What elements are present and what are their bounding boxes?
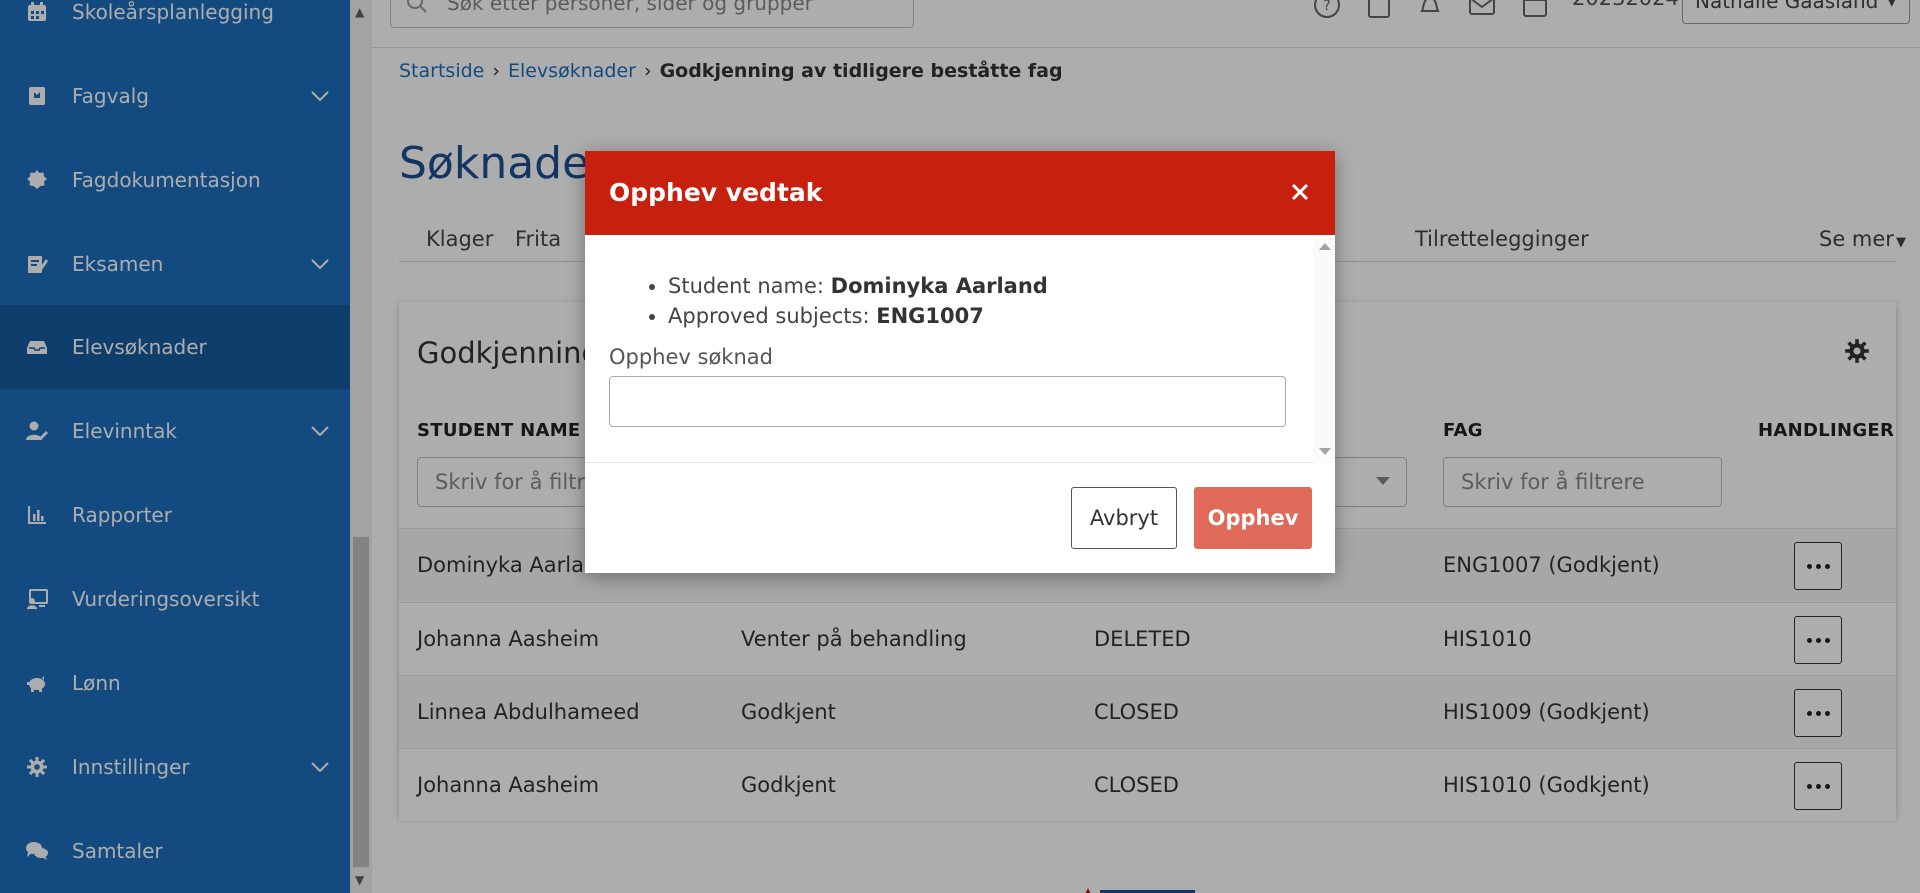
cancel-button[interactable]: Avbryt [1071, 487, 1177, 549]
dialog-header: Opphev vedtak [585, 151, 1335, 235]
student-name-value: Dominyka Aarland [830, 274, 1048, 298]
dialog-scrollbar[interactable] [1313, 235, 1335, 463]
close-icon[interactable] [1289, 181, 1311, 203]
revoke-decision-dialog: Opphev vedtak Student name: Dominyka Aar… [585, 151, 1335, 573]
approved-subjects-value: ENG1007 [876, 304, 984, 328]
list-item: Approved subjects: ENG1007 [668, 301, 1048, 331]
student-name-label: Student name: [668, 274, 824, 298]
dialog-body: Student name: Dominyka Aarland Approved … [585, 235, 1335, 463]
approved-subjects-label: Approved subjects: [668, 304, 870, 328]
revoke-reason-input[interactable] [609, 376, 1286, 427]
dialog-title: Opphev vedtak [609, 178, 823, 207]
details-list: Student name: Dominyka Aarland Approved … [668, 271, 1048, 331]
list-item: Student name: Dominyka Aarland [668, 271, 1048, 301]
scroll-up-arrow-icon[interactable] [1319, 243, 1331, 250]
revoke-field-label: Opphev søknad [609, 345, 773, 369]
revoke-button[interactable]: Opphev [1194, 487, 1312, 549]
scroll-down-arrow-icon[interactable] [1319, 448, 1331, 455]
